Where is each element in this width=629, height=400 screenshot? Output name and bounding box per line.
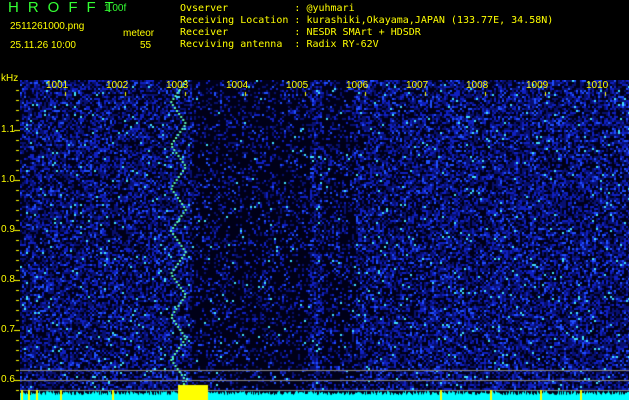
x-tick-label: 1005 [286,80,309,91]
meteor-label: meteor [123,28,155,39]
x-tick-label: 1009 [526,80,549,91]
info-value: kurashiki,Okayama,JAPAN (133.77E, 34.58N… [306,15,554,26]
x-tick-label: 1007 [406,80,429,91]
station-info: Ovserver : @yuhmari Receiving Location : … [180,3,553,51]
meteor-count: 55 [140,40,152,51]
filename: 2511261000.png [10,21,85,32]
x-tick-label: 1008 [466,80,489,91]
x-tick-label: 1001 [46,80,69,91]
info-label: Ovserver : [180,3,307,14]
info-row: Ovserver : @yuhmari [180,3,553,15]
x-tick-label: 1010 [586,80,609,91]
info-value: Radix RY-62V [306,39,379,50]
info-row: Receiver : NESDR SMArt + HDSDR [180,27,553,39]
x-tick-label: 1006 [346,80,369,91]
spectrogram [20,80,629,400]
info-label: Recviving antenna : [180,39,307,50]
y-axis-ticks [0,80,20,400]
datetime: 25.11.26 10:00 [10,40,76,51]
info-row: Receiving Location : kurashiki,Okayama,J… [180,15,553,27]
info-value: @yuhmari [306,3,355,14]
version: 1.00f [104,3,127,14]
x-tick-label: 1003 [166,80,189,91]
info-label: Receiving Location : [180,15,307,26]
x-tick-label: 1004 [226,80,249,91]
info-label: Receiver : [180,27,307,38]
info-value: NESDR SMArt + HDSDR [306,27,421,38]
x-tick-label: 1002 [106,80,129,91]
info-row: Recviving antenna : Radix RY-62V [180,39,553,51]
